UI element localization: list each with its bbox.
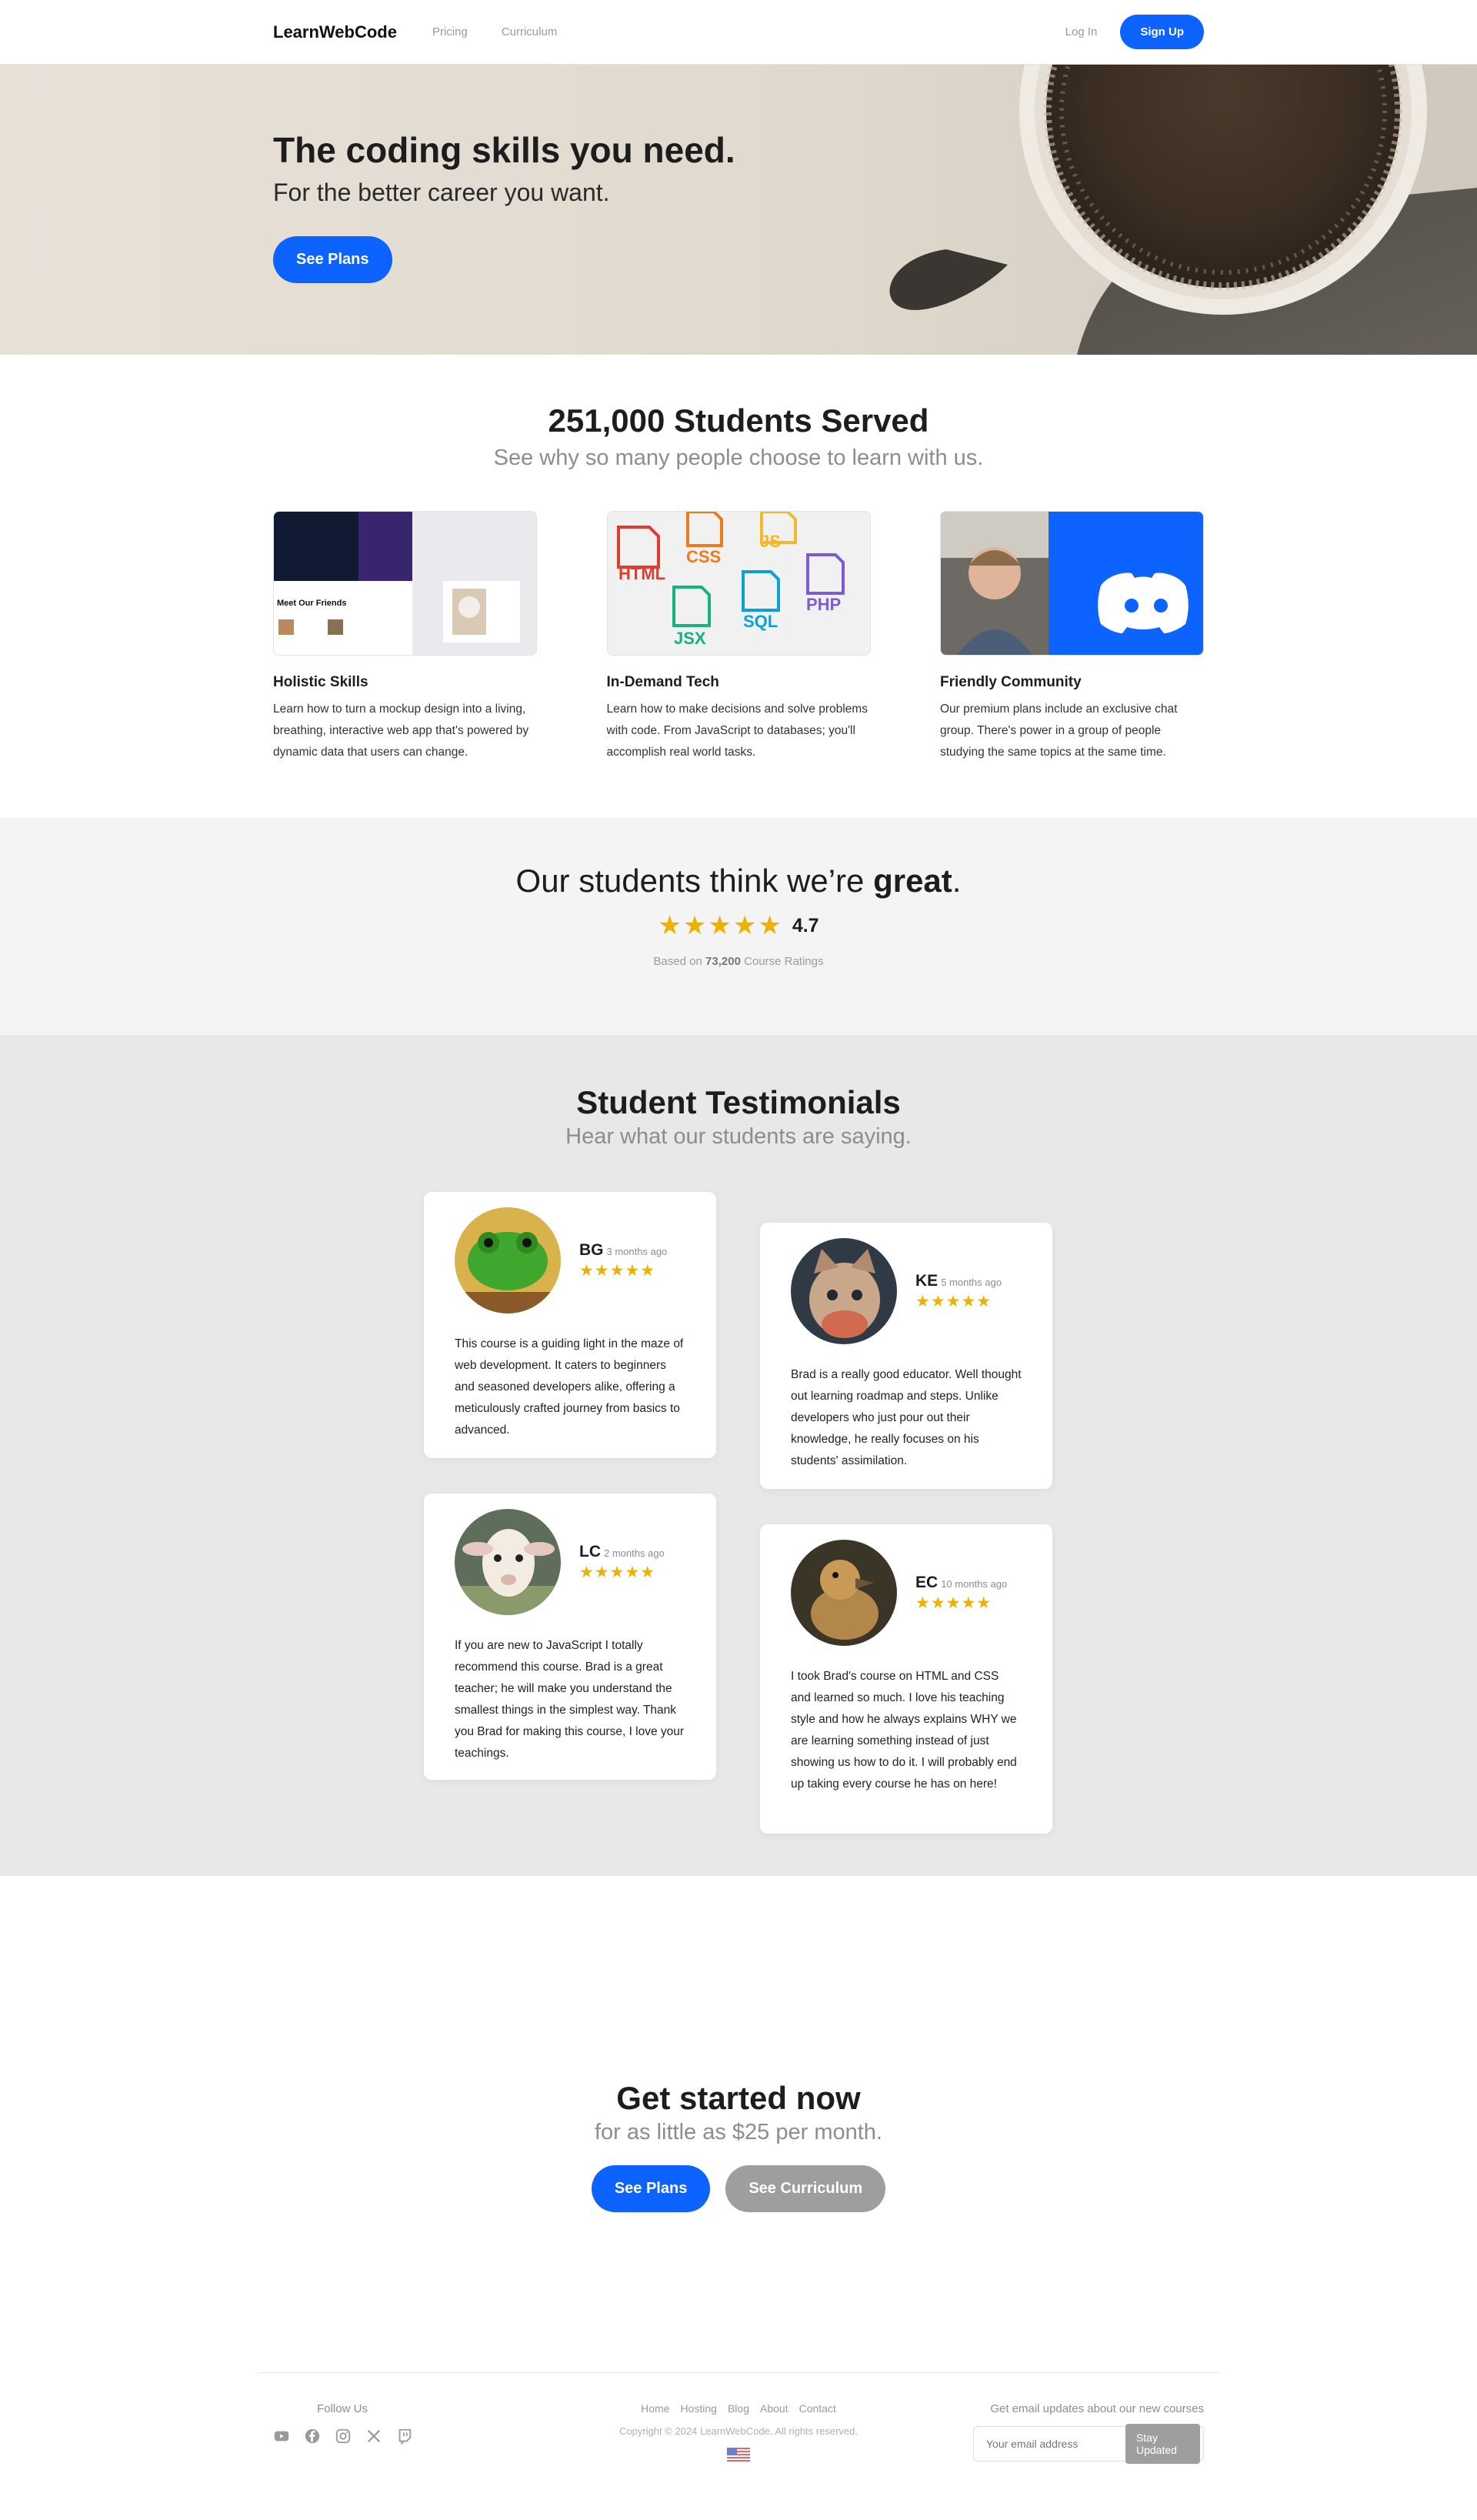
served-title: 251,000 Students Served xyxy=(548,402,929,439)
footer-link-contact[interactable]: Contact xyxy=(799,2402,836,2415)
tech-icons-image: HTML CSS JS JSX SQL PHP xyxy=(606,511,871,656)
feature-title: Holistic Skills xyxy=(273,674,368,690)
cta-see-plans-button[interactable]: See Plans xyxy=(591,2165,711,2212)
reviewer-initials: KE xyxy=(915,1271,939,1290)
get-started-section: Get started now for as little as $25 per… xyxy=(0,1876,1477,2372)
nav-links: Pricing Curriculum xyxy=(432,25,557,38)
coffee-mug-image xyxy=(889,65,1477,355)
cta-title: Get started now xyxy=(616,2080,861,2116)
feature-text: Learn how to turn a mockup design into a… xyxy=(273,703,529,759)
footer-link-home[interactable]: Home xyxy=(641,2402,669,2415)
us-flag-icon xyxy=(727,2448,750,2463)
testimonial-card: LC 2 months ago ★★★★★ If you are new to J… xyxy=(424,1494,716,1780)
reviewer-initials: BG xyxy=(579,1240,604,1259)
feature-title: In-Demand Tech xyxy=(606,674,719,690)
newsletter: Get email updates about our new courses … xyxy=(973,2402,1204,2464)
nav-link-pricing[interactable]: Pricing xyxy=(432,25,468,38)
feature-list: Meet Our Friends Holistic Skills Learn h… xyxy=(273,511,1204,763)
review-time: 2 months ago xyxy=(604,1547,665,1559)
hero-title: The coding skills you need. xyxy=(273,130,735,170)
served-subtitle: See why so many people choose to learn w… xyxy=(493,446,984,470)
testimonial-card: BG 3 months ago ★★★★★ This course is a gu… xyxy=(424,1192,716,1458)
star-rating-icons: ★★★★★ xyxy=(579,1563,656,1581)
testimonials-title: Student Testimonials xyxy=(576,1084,901,1120)
tag-js: JS xyxy=(760,532,781,551)
testimonial-text: Brad is a really good educator. Well tho… xyxy=(791,1368,1022,1467)
mockup-screenshot-image: Meet Our Friends xyxy=(273,511,537,656)
cat-avatar xyxy=(791,1238,897,1344)
footer-link-about[interactable]: About xyxy=(760,2402,789,2415)
tag-php: PHP xyxy=(806,595,841,614)
star-rating-icons: ★★★★★ xyxy=(579,1261,656,1280)
feature-friendly-community: Friendly Community Our premium plans inc… xyxy=(940,511,1204,763)
signup-button[interactable]: Sign Up xyxy=(1120,15,1204,49)
star-rating-icons: ★★★★★ xyxy=(915,1594,992,1612)
hero-section: The coding skills you need. For the bett… xyxy=(0,65,1477,355)
brand-logo[interactable]: LearnWebCode xyxy=(273,22,397,42)
newsletter-form: Stay Updated xyxy=(973,2424,1204,2464)
discord-icon xyxy=(1098,572,1189,633)
testimonial-text: If you are new to JavaScript I totally r… xyxy=(455,1639,685,1760)
rating-note: Based on 73,200 Course Ratings xyxy=(653,955,824,968)
top-nav: LearnWebCode Pricing Curriculum Log In S… xyxy=(0,0,1477,65)
mockup-caption: Meet Our Friends xyxy=(277,599,346,608)
testimonial-text: This course is a guiding light in the ma… xyxy=(455,1337,684,1437)
email-field[interactable] xyxy=(977,2438,1125,2450)
duckling-avatar xyxy=(791,1540,897,1646)
rating-row: ★★★★★ 4.7 xyxy=(0,910,1477,941)
rating-headline: Our students think we’re great. xyxy=(515,863,962,899)
reviewer-initials: LC xyxy=(579,1542,601,1560)
rating-value: 4.7 xyxy=(792,914,819,936)
star-rating-icons: ★★★★★ xyxy=(915,1292,992,1310)
testimonial-card: EC 10 months ago ★★★★★ I took Brad's cour… xyxy=(760,1524,1052,1834)
footer-link-blog[interactable]: Blog xyxy=(728,2402,749,2415)
newsletter-label: Get email updates about our new courses xyxy=(990,2402,1204,2415)
reviewer-initials: EC xyxy=(915,1573,939,1591)
feature-in-demand-tech: HTML CSS JS JSX SQL PHP In-Demand Tech L… xyxy=(606,511,871,763)
login-link[interactable]: Log In xyxy=(1065,25,1098,38)
students-served-section: 251,000 Students Served See why so many … xyxy=(0,355,1477,818)
feature-text: Our premium plans include an exclusive c… xyxy=(940,703,1178,759)
cta-subtitle: for as little as $25 per month. xyxy=(595,2120,882,2145)
tag-sql: SQL xyxy=(743,612,778,631)
tag-html: HTML xyxy=(618,564,665,583)
cta-buttons: See Plans See Curriculum xyxy=(0,2165,1477,2212)
footer: Follow Us Home Hosting Blog About Contac… xyxy=(258,2372,1219,2519)
hero-see-plans-button[interactable]: See Plans xyxy=(273,236,392,283)
rating-section: Our students think we’re great. ★★★★★ 4.… xyxy=(0,818,1477,1035)
cta-see-curriculum-button[interactable]: See Curriculum xyxy=(725,2165,886,2212)
testimonials-section: Student Testimonials Hear what our stude… xyxy=(0,1035,1477,1876)
community-image xyxy=(940,511,1204,656)
feature-holistic-skills: Meet Our Friends Holistic Skills Learn h… xyxy=(273,511,537,763)
star-rating-icons: ★★★★★ xyxy=(658,911,783,940)
footer-link-hosting[interactable]: Hosting xyxy=(681,2402,717,2415)
nav-link-curriculum[interactable]: Curriculum xyxy=(502,25,558,38)
tag-css: CSS xyxy=(686,547,721,566)
lamb-avatar xyxy=(455,1509,561,1615)
review-time: 5 months ago xyxy=(941,1276,1002,1288)
testimonial-text: I took Brad's course on HTML and CSS and… xyxy=(791,1670,1017,1791)
review-time: 10 months ago xyxy=(941,1577,1008,1590)
frog-avatar xyxy=(455,1207,561,1313)
testimonials-subtitle: Hear what our students are saying. xyxy=(565,1124,912,1149)
hero-text: The coding skills you need. For the bett… xyxy=(273,129,735,283)
feature-text: Learn how to make decisions and solve pr… xyxy=(606,703,868,759)
hero-subtitle: For the better career you want. xyxy=(273,179,610,206)
testimonial-card: KE 5 months ago ★★★★★ Brad is a really go… xyxy=(760,1223,1052,1489)
review-time: 3 months ago xyxy=(606,1245,668,1257)
feature-title: Friendly Community xyxy=(940,674,1082,690)
tag-jsx: JSX xyxy=(674,629,706,648)
stay-updated-button[interactable]: Stay Updated xyxy=(1125,2424,1200,2464)
